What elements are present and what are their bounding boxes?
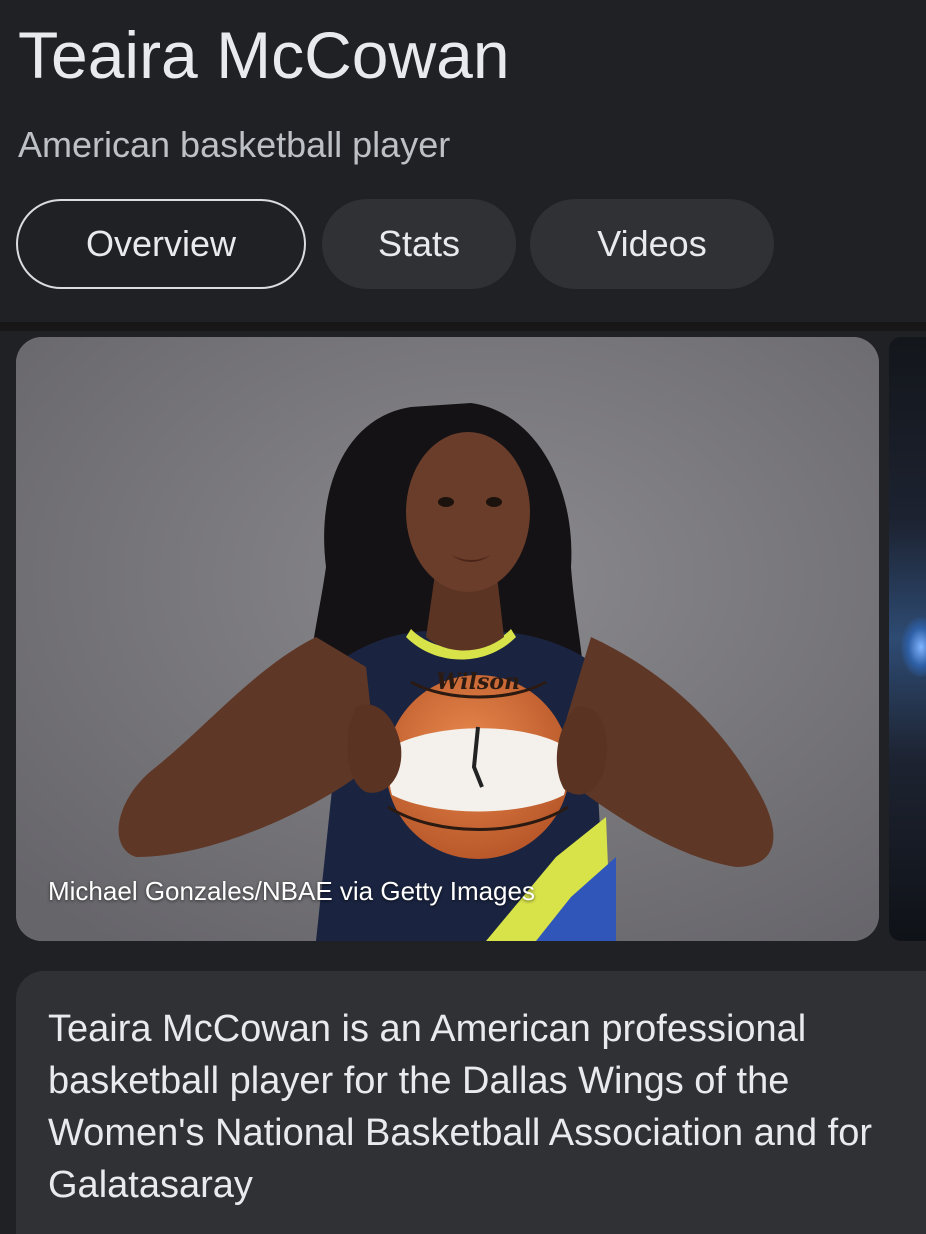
tab-videos[interactable]: Videos xyxy=(530,199,774,289)
next-photo-thumbnail[interactable] xyxy=(889,337,926,941)
page-title: Teaira McCowan xyxy=(18,18,510,92)
player-photo-illustration: Wilson xyxy=(16,337,879,941)
section-divider xyxy=(0,322,926,331)
tab-stats[interactable]: Stats xyxy=(322,199,516,289)
ball-brand-text: Wilson xyxy=(436,669,520,695)
tab-overview[interactable]: Overview xyxy=(16,199,306,289)
player-photo[interactable]: Wilson Michael Gonzales/NBAE via Getty I… xyxy=(16,337,879,941)
next-photo-light xyxy=(901,617,926,677)
tab-bar: Overview Stats Videos xyxy=(16,199,916,289)
description-text: Teaira McCowan is an American profession… xyxy=(48,1008,872,1206)
entity-subtitle: American basketball player xyxy=(18,124,451,165)
image-carousel[interactable]: Wilson Michael Gonzales/NBAE via Getty I… xyxy=(16,337,926,941)
image-credit: Michael Gonzales/NBAE via Getty Images xyxy=(48,876,535,906)
knowledge-panel: Teaira McCowan American basketball playe… xyxy=(0,0,926,1234)
